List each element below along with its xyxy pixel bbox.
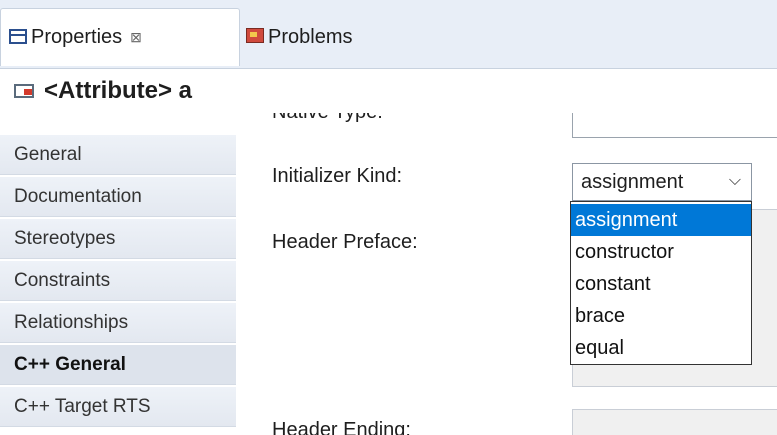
- initializer-kind-select[interactable]: assignment ⌵: [572, 163, 752, 201]
- close-icon[interactable]: ⊠: [130, 29, 142, 46]
- native-type-field[interactable]: [572, 113, 777, 138]
- view-tab-bar: Properties ⊠ Problems: [0, 0, 777, 69]
- initializer-kind-label: Initializer Kind:: [272, 165, 403, 187]
- tab-problems-label: Problems: [268, 25, 353, 48]
- dropdown-option-assignment[interactable]: assignment: [571, 204, 751, 236]
- attribute-icon: [14, 84, 34, 98]
- initializer-kind-value: assignment: [581, 170, 684, 193]
- tab-problems[interactable]: Problems: [238, 8, 438, 66]
- sidebar-item-cpp-general[interactable]: C++ General: [0, 345, 236, 385]
- native-type-label: Native Type:: [272, 113, 383, 124]
- header-ending-field[interactable]: [572, 409, 777, 435]
- tab-properties[interactable]: Properties ⊠: [0, 8, 240, 66]
- sidebar-item-documentation[interactable]: Documentation: [0, 177, 236, 217]
- header-ending-label: Header Ending:: [272, 419, 411, 435]
- properties-title-row: <Attribute> a: [0, 69, 777, 113]
- initializer-kind-dropdown[interactable]: assignment constructor constant brace eq…: [570, 201, 752, 365]
- chevron-down-icon[interactable]: ⌵: [729, 172, 741, 190]
- dropdown-option-constant[interactable]: constant: [571, 268, 751, 300]
- sidebar-item-stereotypes[interactable]: Stereotypes: [0, 219, 236, 259]
- sidebar-item-cpp-target-rts[interactable]: C++ Target RTS: [0, 387, 236, 427]
- sidebar-item-constraints[interactable]: Constraints: [0, 261, 236, 301]
- properties-icon: [9, 29, 27, 44]
- tab-properties-label: Properties: [31, 26, 123, 48]
- dropdown-option-brace[interactable]: brace: [571, 300, 751, 332]
- dropdown-option-constructor[interactable]: constructor: [571, 236, 751, 268]
- problems-icon: [246, 28, 264, 43]
- dropdown-option-equal[interactable]: equal: [571, 332, 751, 364]
- sidebar-item-general[interactable]: General: [0, 135, 236, 175]
- property-sidebar: General Documentation Stereotypes Constr…: [0, 135, 236, 429]
- sidebar-item-relationships[interactable]: Relationships: [0, 303, 236, 343]
- page-title: <Attribute> a: [44, 77, 193, 104]
- header-preface-label: Header Preface:: [272, 231, 418, 253]
